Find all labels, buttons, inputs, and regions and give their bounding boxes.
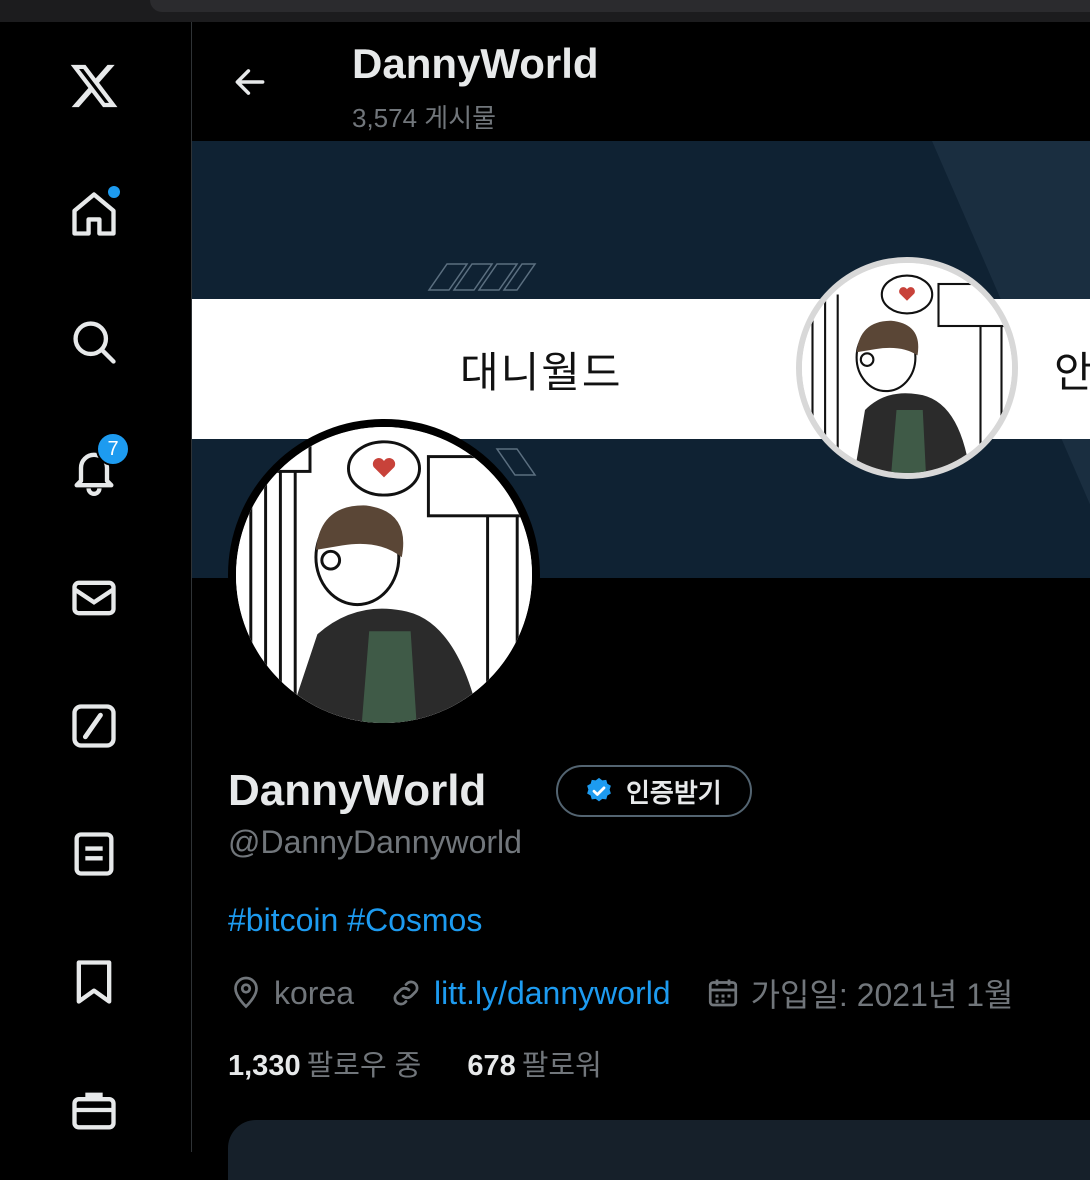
banner-hatch-top [427,263,537,291]
following-count: 1,330 [228,1050,301,1082]
followers-link[interactable]: 678 팔로워 [467,1042,601,1084]
browser-tab-edge [150,0,1090,12]
location-text: korea [274,974,355,1011]
sidebar: 7 [0,22,192,1152]
page-title: DannyWorld [352,40,599,87]
hashtag-bitcoin[interactable]: #bitcoin [228,902,338,938]
following-label: 팔로우 중 [306,1050,422,1082]
profile-link[interactable]: litt.ly/dannyworld [434,975,671,1012]
profile-header: DannyWorld 3,574 게시물 [192,22,1090,140]
bell-icon[interactable]: 7 [62,432,130,502]
banner-stripe-text: 대니월드 [460,349,623,396]
joined-date: 가입일: 2021년 1월 [750,977,1014,1013]
get-verified-label: 인증받기 [626,777,722,808]
bookmark-icon[interactable] [62,950,126,1014]
search-icon[interactable] [62,310,126,374]
location-pin-icon [234,976,258,1009]
followers-count: 678 [467,1050,516,1082]
joined-item: 가입일: 2021년 1월 [705,970,1014,1016]
home-icon[interactable] [62,182,126,246]
hashtag-cosmos[interactable]: #Cosmos [347,902,482,938]
bio: #bitcoin #Cosmos [228,902,482,939]
calendar-icon [708,979,737,1007]
home-unread-dot [108,186,120,198]
followers-label: 팔로워 [521,1050,602,1082]
mail-icon[interactable] [62,566,126,630]
notifications-badge: 7 [96,432,130,466]
location-item: korea [228,975,354,1012]
avatar[interactable] [228,419,540,731]
post-count: 3,574 게시물 [352,103,497,133]
banner-stripe-text-cut: 안 [1054,349,1090,396]
profile-meta: korea litt.ly/dannyworld 가입일: 2021년 1월 [228,970,1047,1016]
following-link[interactable]: 1,330 팔로우 중 [228,1042,421,1084]
link-item: litt.ly/dannyworld [388,975,671,1012]
get-verified-button[interactable]: 인증받기 [556,765,752,817]
grok-icon[interactable] [62,694,126,758]
display-name: DannyWorld [228,766,487,815]
list-icon[interactable] [62,822,126,886]
briefcase-icon[interactable] [62,1078,126,1142]
banner-avatar-illustration [796,257,1018,479]
link-icon [393,980,419,1006]
browser-top-strip [0,0,1090,22]
bottom-card-edge [228,1120,1090,1180]
back-arrow-icon[interactable] [224,56,276,108]
follow-stats: 1,330 팔로우 중 678 팔로워 [228,1042,648,1084]
x-logo-icon[interactable] [62,54,126,118]
profile-main: DannyWorld 3,574 게시물 대니월드 안 DannyWorld 인… [192,22,1090,1180]
user-handle: @DannyDannyworld [228,824,522,860]
verified-badge-icon [587,777,611,802]
